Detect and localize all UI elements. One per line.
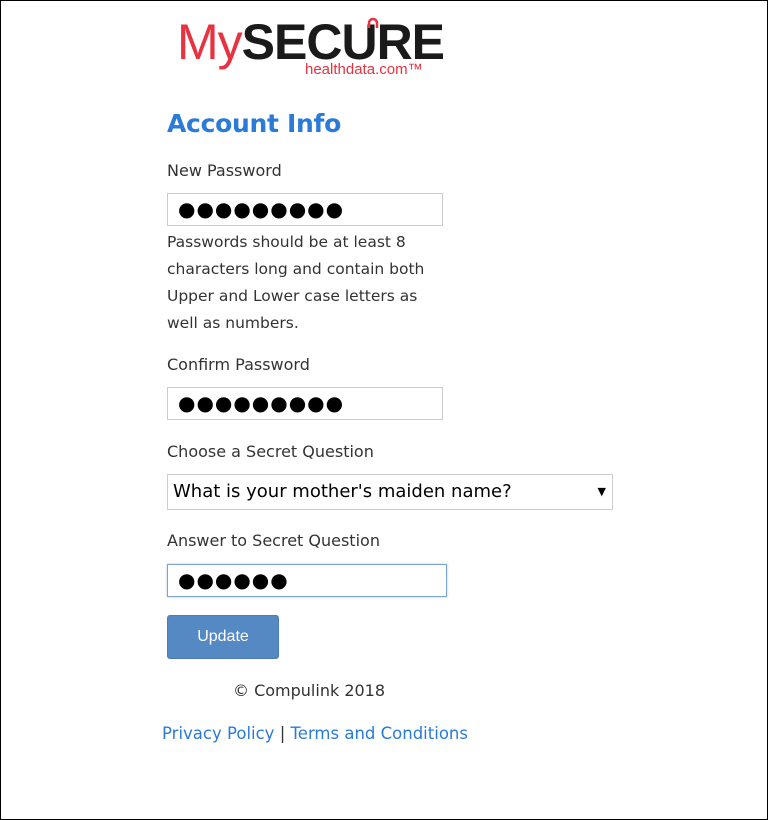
new-password-label: New Password	[167, 161, 282, 180]
dropdown-caret-icon: ▼	[597, 485, 606, 498]
secret-answer-field[interactable]: ●●●●●●	[167, 564, 447, 597]
confirm-password-field[interactable]: ●●●●●●●●●	[167, 387, 443, 420]
page-title: Account Info	[167, 109, 341, 138]
logo-wordmark: MySECURE	[177, 14, 445, 70]
mysecure-logo: MySECURE healthdata.com™	[177, 14, 445, 79]
copyright-text: © Compulink 2018	[233, 681, 386, 700]
confirm-password-label: Confirm Password	[167, 355, 310, 374]
terms-conditions-link[interactable]: Terms and Conditions	[291, 724, 468, 743]
secret-answer-label: Answer to Secret Question	[167, 531, 380, 550]
privacy-policy-link[interactable]: Privacy Policy	[162, 724, 274, 743]
logo-tagline: healthdata.com™	[305, 61, 423, 78]
secret-question-select[interactable]: What is your mother's maiden name? ▼	[167, 474, 613, 510]
password-hint: Passwords should be at least 8 character…	[167, 233, 425, 332]
footer-links: Privacy Policy | Terms and Conditions	[162, 724, 468, 743]
link-separator: |	[279, 724, 286, 743]
secret-question-selected: What is your mother's maiden name?	[173, 481, 512, 502]
lock-icon	[367, 17, 379, 28]
page-frame: MySECURE healthdata.com™ Account Info Ne…	[0, 0, 768, 820]
update-button[interactable]: Update	[167, 615, 279, 659]
new-password-field[interactable]: ●●●●●●●●●	[167, 193, 443, 226]
logo-my: My	[177, 14, 243, 70]
secret-question-label: Choose a Secret Question	[167, 442, 374, 461]
